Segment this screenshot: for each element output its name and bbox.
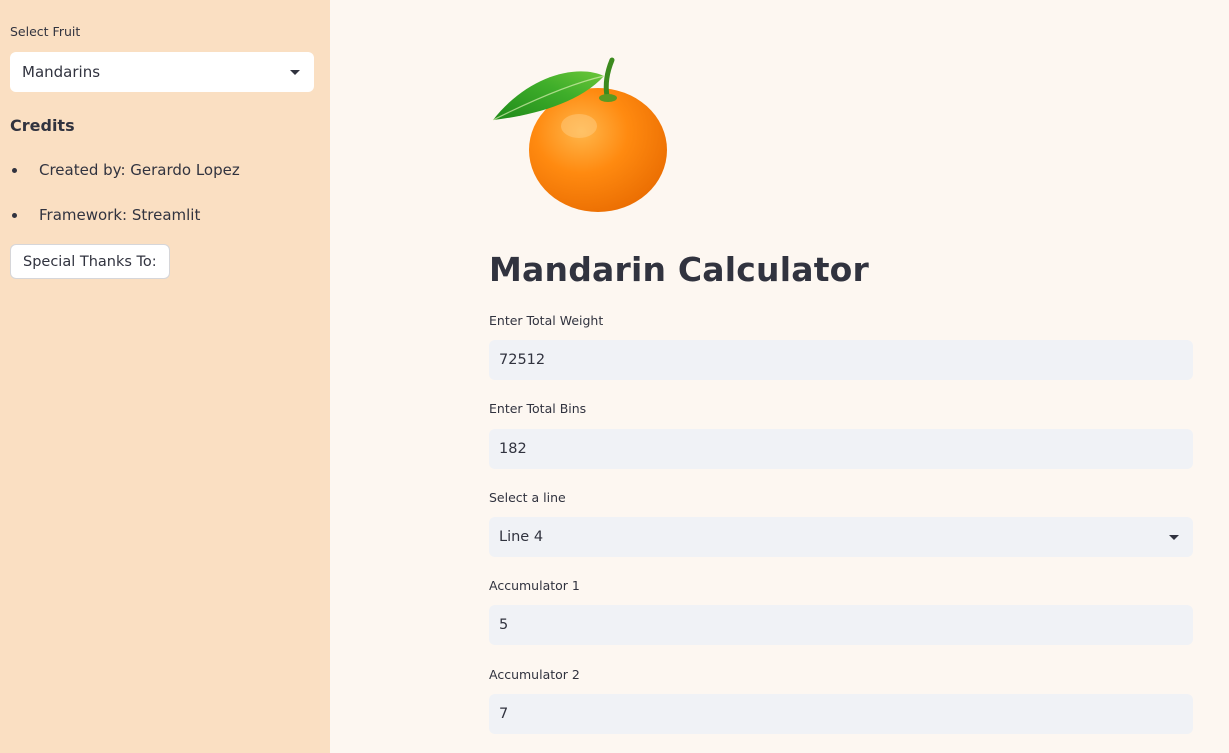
list-item: Created by: Gerardo Lopez (10, 156, 240, 201)
select-fruit-label: Select Fruit (10, 24, 81, 39)
credits-heading: Credits (10, 116, 75, 135)
total-weight-input[interactable] (489, 340, 1193, 380)
select-line-label: Select a line (489, 490, 566, 505)
list-item: Framework: Streamlit (10, 201, 240, 246)
chevron-down-icon (1169, 535, 1179, 540)
line-select-value: Line 4 (499, 529, 544, 545)
accumulator-1-label: Accumulator 1 (489, 578, 580, 593)
mandarin-image (492, 57, 667, 212)
line-select[interactable]: Line 4 (489, 517, 1193, 557)
accumulator-2-input[interactable] (489, 694, 1193, 734)
accumulator-2-label: Accumulator 2 (489, 667, 580, 682)
credit-created-by: Created by: Gerardo Lopez (39, 161, 240, 179)
credits-list: Created by: Gerardo Lopez Framework: Str… (10, 156, 240, 246)
main-content: Mandarin Calculator Enter Total Weight E… (330, 0, 1229, 753)
accumulator-1-input[interactable] (489, 605, 1193, 645)
bullet-icon (12, 168, 17, 173)
fruit-select-value: Mandarins (22, 63, 101, 81)
credit-framework: Framework: Streamlit (39, 206, 201, 224)
total-bins-label: Enter Total Bins (489, 401, 587, 416)
bullet-icon (12, 213, 17, 218)
chevron-down-icon (290, 70, 300, 75)
special-thanks-button[interactable]: Special Thanks To: (10, 244, 170, 279)
total-weight-label: Enter Total Weight (489, 313, 604, 328)
total-bins-input[interactable] (489, 429, 1193, 469)
fruit-select[interactable]: Mandarins (10, 52, 314, 92)
page-title: Mandarin Calculator (489, 250, 870, 289)
sidebar: Select Fruit Mandarins Credits Created b… (0, 0, 330, 753)
